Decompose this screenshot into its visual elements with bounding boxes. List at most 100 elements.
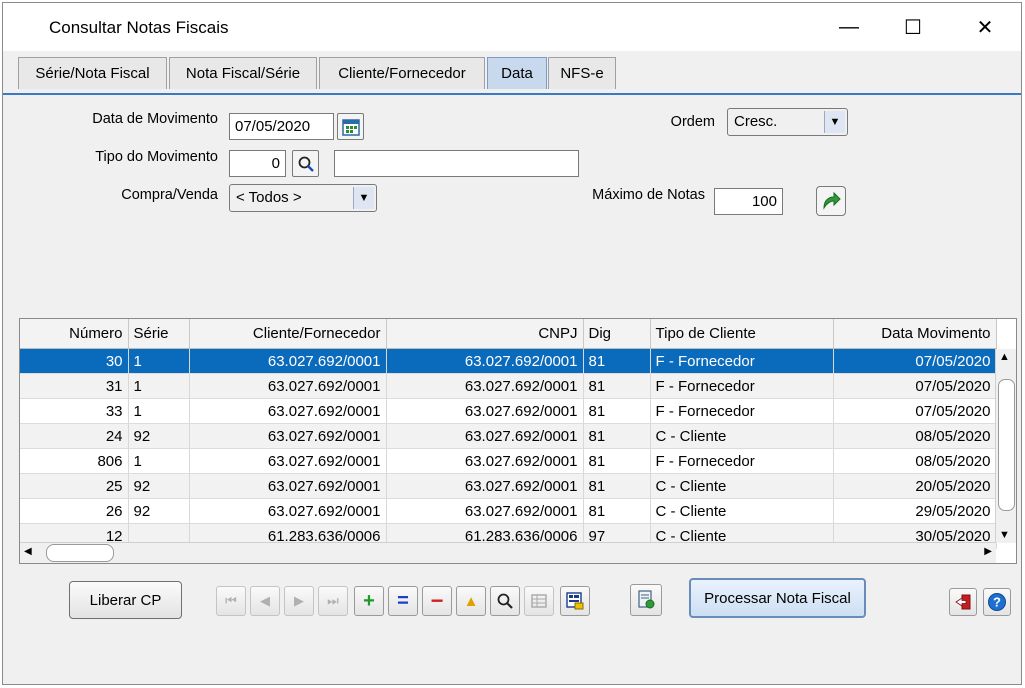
table-cell: 63.027.692/0001 bbox=[189, 448, 387, 474]
table-cell: 63.027.692/0001 bbox=[386, 448, 584, 474]
first-record-button[interactable]: ⏮ bbox=[216, 586, 246, 616]
table-cell: 30 bbox=[20, 348, 129, 374]
column-header-dig[interactable]: Dig bbox=[583, 319, 651, 349]
table-cell: F - Fornecedor bbox=[650, 398, 834, 424]
tipo-movimento-description[interactable] bbox=[334, 150, 579, 177]
table-row[interactable]: 31 1 63.027.692/0001 63.027.692/0001 81 F - F… bbox=[20, 373, 997, 399]
first-icon: ⏮ bbox=[225, 593, 237, 608]
vertical-scroll-thumb[interactable] bbox=[998, 379, 1015, 511]
table-cell: 63.027.692/0001 bbox=[189, 423, 387, 449]
processar-nota-fiscal-button[interactable]: Processar Nota Fiscal bbox=[689, 578, 866, 618]
search-icon bbox=[298, 156, 314, 172]
svg-text:?: ? bbox=[993, 595, 1001, 610]
tab-nfs-e[interactable]: NFS-e bbox=[548, 57, 616, 89]
table-cell: 63.027.692/0001 bbox=[189, 498, 387, 524]
scroll-up-icon[interactable]: ▲ bbox=[999, 351, 1010, 363]
table-cell: 92 bbox=[128, 498, 190, 524]
tipo-movimento-input[interactable] bbox=[229, 150, 286, 177]
liberar-cp-button[interactable]: Liberar CP bbox=[69, 581, 182, 619]
table-cell: C - Cliente bbox=[650, 473, 834, 499]
go-button[interactable] bbox=[816, 186, 846, 216]
table-row[interactable]: 806 1 63.027.692/0001 63.027.692/0001 81 F - … bbox=[20, 448, 997, 474]
table-row[interactable]: 26 92 63.027.692/0001 63.027.692/0001 81 C - … bbox=[20, 498, 997, 524]
table-cell: 63.027.692/0001 bbox=[386, 348, 584, 374]
notas-grid[interactable]: Número Série Cliente/Fornecedor CNPJ Dig… bbox=[19, 318, 1017, 564]
table-cell: 08/05/2020 bbox=[833, 448, 997, 474]
table-cell: 25 bbox=[20, 473, 129, 499]
minimize-button[interactable]: — bbox=[821, 3, 877, 51]
prev-record-button[interactable]: ◀ bbox=[250, 586, 280, 616]
ordem-label: Ordem bbox=[670, 114, 715, 130]
help-button[interactable]: ? bbox=[983, 588, 1011, 616]
table-cell: 81 bbox=[583, 498, 651, 524]
go-arrow-icon bbox=[823, 191, 841, 210]
data-movimento-input[interactable] bbox=[229, 113, 334, 140]
scroll-left-icon[interactable]: ◀ bbox=[24, 546, 32, 557]
table-cell: 1 bbox=[128, 398, 190, 424]
next-record-button[interactable]: ▶ bbox=[284, 586, 314, 616]
column-header-cliente-fornecedor[interactable]: Cliente/Fornecedor bbox=[189, 319, 387, 349]
up-icon: ▲ bbox=[463, 592, 479, 610]
chevron-down-icon[interactable]: ▼ bbox=[353, 187, 374, 209]
table-cell: 81 bbox=[583, 373, 651, 399]
tab-nota-fiscal-serie[interactable]: Nota Fiscal/Série bbox=[169, 57, 317, 89]
zoom-icon bbox=[497, 593, 513, 609]
table-cell: 806 bbox=[20, 448, 129, 474]
table-cell: 92 bbox=[128, 423, 190, 449]
compra-venda-select[interactable]: < Todos > ▼ bbox=[229, 184, 377, 212]
table-row[interactable]: 30 1 63.027.692/0001 63.027.692/0001 81 F - F… bbox=[20, 348, 997, 374]
table-cell: 92 bbox=[128, 473, 190, 499]
column-header-numero[interactable]: Número bbox=[20, 319, 129, 349]
last-record-button[interactable]: ⏭ bbox=[318, 586, 348, 616]
table-cell: F - Fornecedor bbox=[650, 348, 834, 374]
chevron-down-icon[interactable]: ▼ bbox=[824, 111, 845, 133]
tab-bar: Série/Nota Fiscal Nota Fiscal/Série Clie… bbox=[3, 51, 1021, 95]
up-record-button[interactable]: ▲ bbox=[456, 586, 486, 616]
table-cell: 63.027.692/0001 bbox=[189, 473, 387, 499]
equal-record-button[interactable]: = bbox=[388, 586, 418, 616]
tab-data[interactable]: Data bbox=[487, 57, 547, 89]
table-cell: 08/05/2020 bbox=[833, 423, 997, 449]
exit-icon bbox=[955, 594, 971, 610]
exit-button[interactable] bbox=[949, 588, 977, 616]
table-cell: 33 bbox=[20, 398, 129, 424]
column-header-cnpj[interactable]: CNPJ bbox=[386, 319, 584, 349]
table-cell: 26 bbox=[20, 498, 129, 524]
horizontal-scroll-thumb[interactable] bbox=[46, 544, 114, 562]
table-cell: C - Cliente bbox=[650, 423, 834, 449]
report-button[interactable] bbox=[560, 586, 590, 616]
table-row[interactable]: 24 92 63.027.692/0001 63.027.692/0001 81 C - … bbox=[20, 423, 997, 449]
prev-icon: ◀ bbox=[260, 593, 270, 608]
table-cell: 63.027.692/0001 bbox=[189, 373, 387, 399]
table-cell: 63.027.692/0001 bbox=[386, 498, 584, 524]
vertical-scrollbar[interactable]: ▲ ▼ bbox=[995, 349, 1016, 543]
table-row[interactable]: 25 92 63.027.692/0001 63.027.692/0001 81 C - … bbox=[20, 473, 997, 499]
tab-serie-nota-fiscal[interactable]: Série/Nota Fiscal bbox=[18, 57, 167, 89]
column-header-tipo-cliente[interactable]: Tipo de Cliente bbox=[650, 319, 834, 349]
column-header-data-movimento[interactable]: Data Movimento bbox=[833, 319, 997, 349]
calendar-icon bbox=[341, 118, 360, 136]
table-cell: 07/05/2020 bbox=[833, 373, 997, 399]
tab-cliente-fornecedor[interactable]: Cliente/Fornecedor bbox=[319, 57, 485, 89]
settings-doc-button[interactable] bbox=[630, 584, 662, 616]
remove-record-button[interactable]: − bbox=[422, 586, 452, 616]
add-record-button[interactable]: + bbox=[354, 586, 384, 616]
horizontal-scrollbar[interactable]: ◀ ▶ bbox=[20, 542, 996, 563]
table-cell: 63.027.692/0001 bbox=[386, 373, 584, 399]
zoom-button[interactable] bbox=[490, 586, 520, 616]
table-cell: 81 bbox=[583, 348, 651, 374]
table-cell: C - Cliente bbox=[650, 498, 834, 524]
calendar-button[interactable] bbox=[337, 113, 364, 140]
close-button[interactable]: ✕ bbox=[957, 3, 1013, 51]
table-row[interactable]: 33 1 63.027.692/0001 63.027.692/0001 81 F - F… bbox=[20, 398, 997, 424]
scroll-right-icon[interactable]: ▶ bbox=[984, 546, 992, 557]
column-header-serie[interactable]: Série bbox=[128, 319, 190, 349]
maximize-button[interactable]: ☐ bbox=[885, 3, 941, 51]
tipo-movimento-search-button[interactable] bbox=[292, 150, 319, 177]
maximo-notas-input[interactable] bbox=[714, 188, 783, 215]
ordem-select[interactable]: Cresc. ▼ bbox=[727, 108, 848, 136]
grid-view-button[interactable] bbox=[524, 586, 554, 616]
table-cell: 81 bbox=[583, 473, 651, 499]
data-movimento-label: Data de Movimento bbox=[92, 111, 218, 127]
scroll-down-icon[interactable]: ▼ bbox=[999, 529, 1010, 541]
